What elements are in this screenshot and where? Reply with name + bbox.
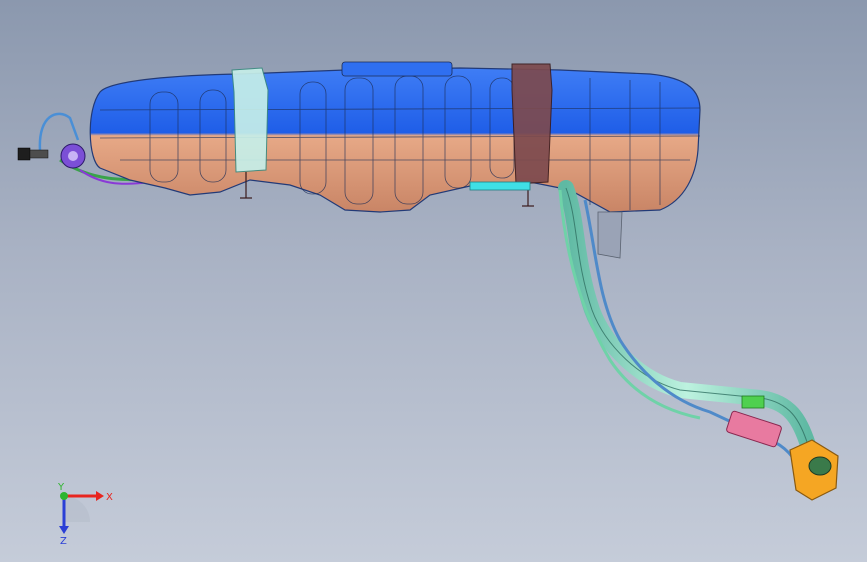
connector-clip[interactable] [29,149,49,159]
tank-strap-rear[interactable] [511,63,553,185]
filler-cap-opening[interactable] [808,456,832,476]
x-axis-arrow [96,491,104,501]
connector-bracket[interactable] [726,410,782,448]
heat-shield[interactable] [597,211,623,259]
model-scene[interactable] [0,0,867,562]
orientation-triad: X Y Z [57,482,113,547]
z-axis-label: Z [60,536,67,547]
electrical-connector[interactable] [17,147,31,161]
cad-viewport[interactable]: X Y Z [0,0,867,562]
triad-background-arc [64,496,90,522]
z-axis-arrow [59,526,69,534]
y-axis-dot [60,492,68,500]
lower-bracket[interactable] [469,181,531,191]
x-axis-label: X [106,492,113,503]
canister-valve-core [68,151,78,161]
tank-strap-front[interactable] [231,67,269,173]
green-clip[interactable] [741,395,765,409]
y-axis-label: Y [57,482,65,493]
tank-top-boss[interactable] [341,61,453,77]
